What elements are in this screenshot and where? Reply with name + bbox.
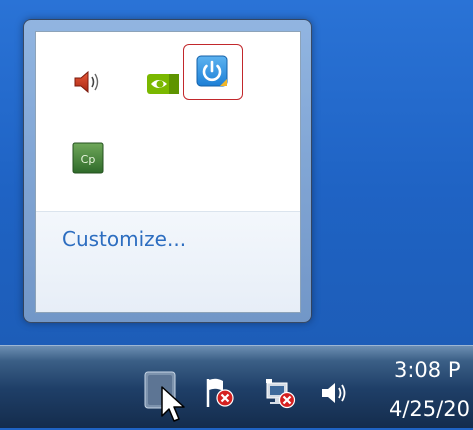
- clock-time[interactable]: 3:08 P: [394, 358, 461, 382]
- speaker-tray-icon[interactable]: [68, 64, 104, 100]
- power-app-tray-icon[interactable]: [194, 53, 230, 89]
- captivate-tray-icon[interactable]: Cp: [70, 140, 106, 176]
- clock-date[interactable]: 4/25/20: [389, 397, 470, 421]
- captivate-label: Cp: [81, 153, 96, 166]
- tray-icons-area: [36, 32, 300, 211]
- nvidia-tray-icon[interactable]: [145, 66, 181, 102]
- network-error-icon[interactable]: [263, 376, 297, 410]
- customize-link[interactable]: Customize...: [62, 227, 222, 251]
- mouse-cursor-icon: [160, 386, 188, 426]
- action-center-flag-icon[interactable]: [204, 376, 236, 410]
- notification-overflow-flyout: [23, 19, 312, 323]
- volume-icon[interactable]: [318, 378, 352, 408]
